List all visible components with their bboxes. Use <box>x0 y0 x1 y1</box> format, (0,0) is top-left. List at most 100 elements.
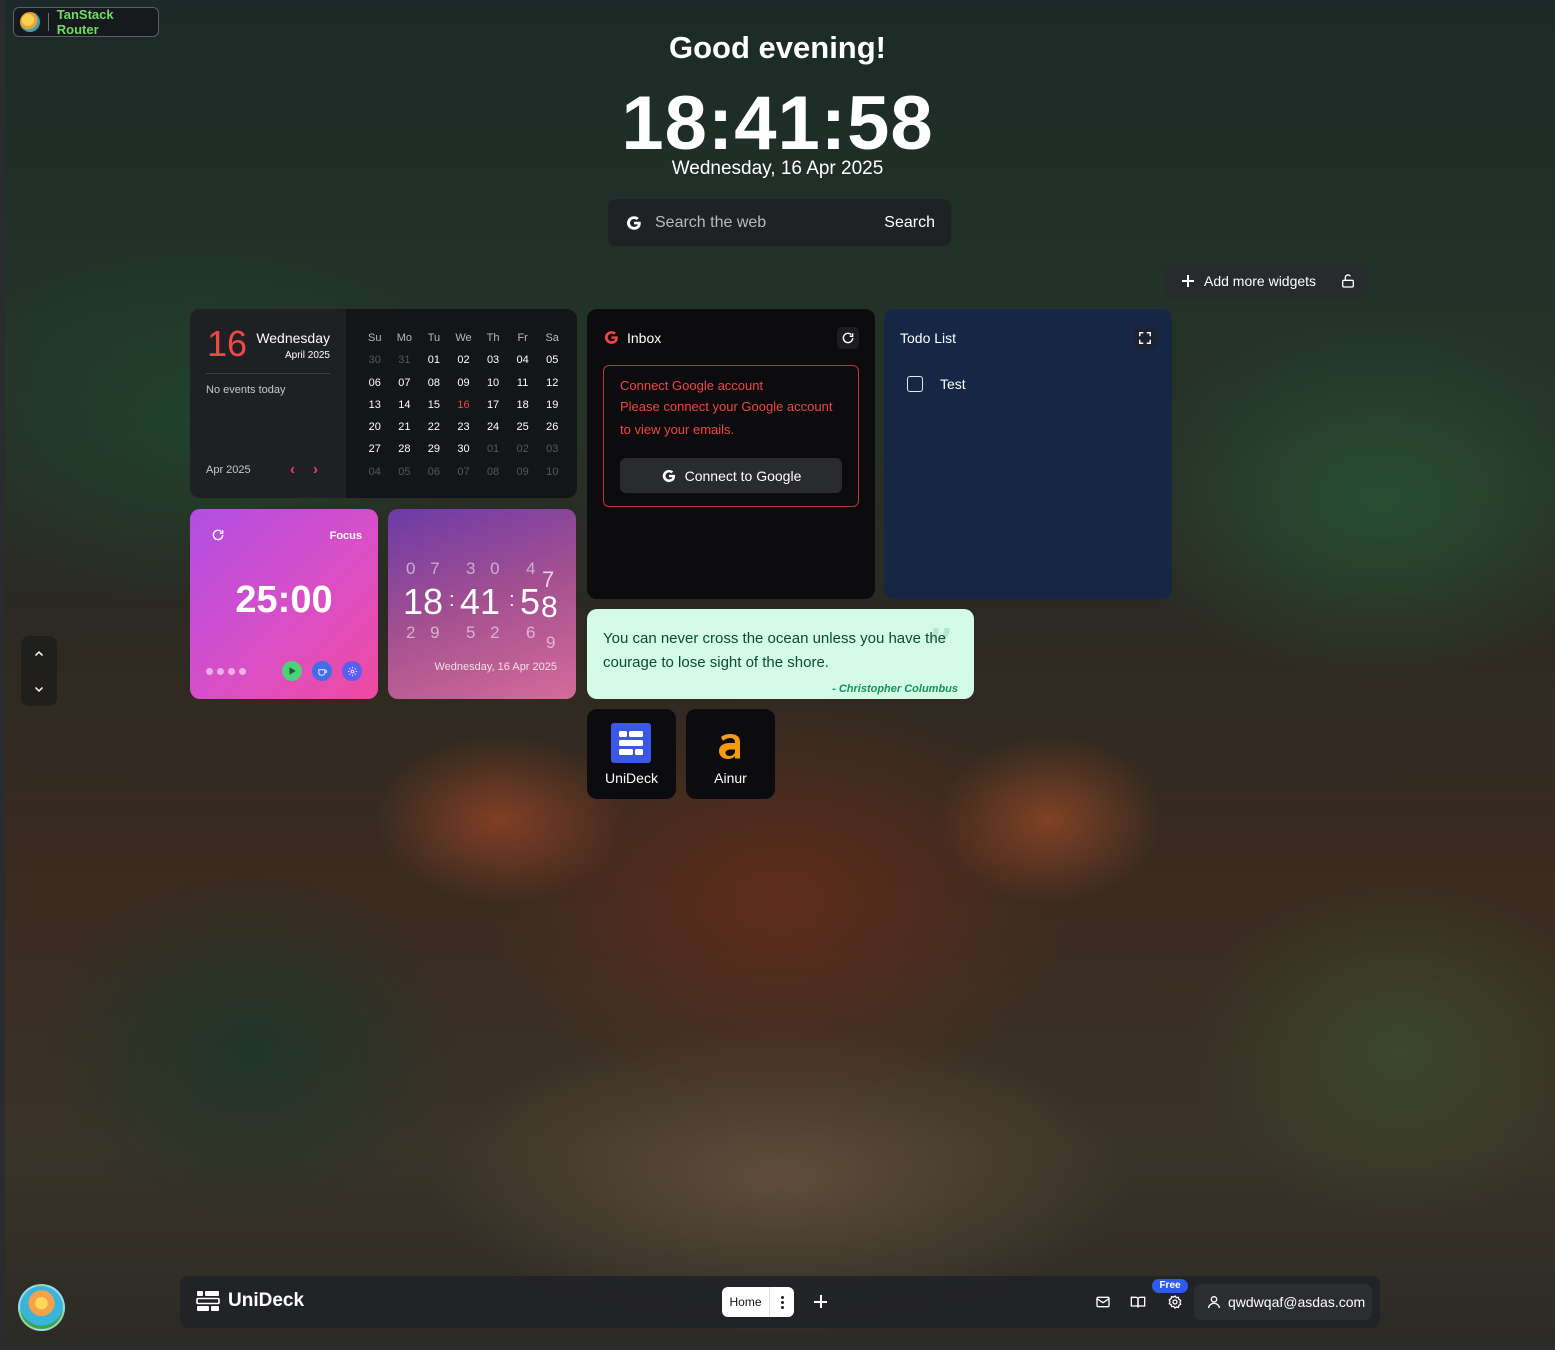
add-tab-button[interactable] <box>814 1295 827 1308</box>
calendar-weekday-header: Fr <box>517 332 528 344</box>
calendar-weekday: Wednesday <box>256 330 330 346</box>
shortcut-ainur[interactable]: Ainur <box>686 709 775 799</box>
calendar-day-cell[interactable]: 07 <box>390 372 420 394</box>
calendar-day-cell[interactable]: 03 <box>478 349 508 371</box>
calendar-day-cell[interactable]: 01 <box>419 349 449 371</box>
calendar-widget: 16 Wednesday April 2025 No events today … <box>190 309 577 498</box>
calendar-day-cell[interactable]: 19 <box>537 394 567 416</box>
calendar-month-grid: Su Mo Tu We Th Fr Sa 30 31 01 02 03 04 05 06 07 08 09 10 11… <box>346 309 577 498</box>
todo-checkbox[interactable] <box>907 376 923 392</box>
connect-google-button[interactable]: Connect to Google <box>620 458 842 493</box>
calendar-day-cell[interactable]: 04 <box>360 461 390 483</box>
calendar-day-cell[interactable]: 23 <box>449 416 479 438</box>
calendar-day-number: 16 <box>207 323 248 364</box>
tanstack-logo-icon <box>20 12 40 32</box>
settings-icon[interactable] <box>1167 1294 1183 1310</box>
todo-title: Todo List <box>900 330 957 346</box>
book-icon[interactable] <box>1130 1294 1146 1310</box>
flip-clock-date: Wednesday, 16 Apr 2025 <box>434 661 557 673</box>
todo-expand-button[interactable] <box>1134 327 1156 349</box>
coffee-icon <box>317 668 327 676</box>
clock-minute: 41 <box>460 581 501 622</box>
tab-menu-icon[interactable] <box>770 1287 794 1317</box>
calendar-day-cell[interactable]: 06 <box>419 461 449 483</box>
calendar-day-cell[interactable]: 08 <box>478 461 508 483</box>
calendar-day-cell[interactable]: 10 <box>478 372 508 394</box>
chevron-down-icon[interactable] <box>33 683 45 695</box>
calendar-day-cell[interactable]: 06 <box>360 372 390 394</box>
plan-badge: Free <box>1152 1279 1188 1293</box>
calendar-day-cell[interactable]: 26 <box>537 416 567 438</box>
calendar-day-cell[interactable]: 12 <box>537 372 567 394</box>
calendar-next-button[interactable]: › <box>313 461 318 478</box>
calendar-day-cell[interactable]: 01 <box>478 438 508 460</box>
quote-author: - Christopher Columbus <box>832 683 958 695</box>
shortcut-label: Ainur <box>714 770 747 786</box>
calendar-day-cell[interactable]: 08 <box>419 372 449 394</box>
calendar-day-cell[interactable]: 28 <box>390 438 420 460</box>
google-g-icon <box>662 469 675 482</box>
unideck-icon <box>611 723 651 763</box>
calendar-day-cell[interactable]: 15 <box>419 394 449 416</box>
calendar-day-cell[interactable]: 09 <box>449 372 479 394</box>
calendar-day-cell[interactable]: 03 <box>537 438 567 460</box>
calendar-day-cell[interactable]: 30 <box>360 349 390 371</box>
reset-icon[interactable] <box>211 528 225 542</box>
calendar-weekday-header: Mo <box>396 332 412 344</box>
calendar-day-cell[interactable]: 02 <box>508 438 538 460</box>
calendar-day-cell[interactable]: 10 <box>537 461 567 483</box>
calendar-day-cell[interactable]: 29 <box>419 438 449 460</box>
add-widgets-button[interactable]: Add more widgets <box>1204 273 1316 289</box>
window-frame-left <box>0 0 5 1350</box>
calendar-day-cell[interactable]: 02 <box>449 349 479 371</box>
calendar-day-cell[interactable]: 07 <box>449 461 479 483</box>
play-icon <box>289 667 296 675</box>
shortcut-label: UniDeck <box>605 770 658 786</box>
shortcut-unideck[interactable]: UniDeck <box>587 709 676 799</box>
calendar-day-cell[interactable]: 13 <box>360 394 390 416</box>
calendar-day-cell[interactable]: 20 <box>360 416 390 438</box>
quote-widget: ” You can never cross the ocean unless y… <box>587 609 974 699</box>
inbox-header: Inbox <box>603 329 661 346</box>
calendar-day-cell[interactable]: 14 <box>390 394 420 416</box>
calendar-weekday-header: Su <box>368 332 382 344</box>
search-button[interactable]: Search <box>884 214 935 232</box>
calendar-day-cell[interactable]: 30 <box>449 438 479 460</box>
wallpaper-avatar[interactable] <box>18 1284 65 1331</box>
todo-widget: Todo List Test <box>884 309 1172 599</box>
calendar-day-cell[interactable]: 24 <box>478 416 508 438</box>
calendar-day-cell[interactable]: 05 <box>390 461 420 483</box>
calendar-day-cell[interactable]: 09 <box>508 461 538 483</box>
search-bar: Search <box>608 199 951 246</box>
calendar-weekday-header: Th <box>486 332 500 344</box>
chevron-up-icon[interactable] <box>33 648 45 660</box>
calendar-day-cell[interactable]: 27 <box>360 438 390 460</box>
todo-item: Test <box>907 376 966 392</box>
calendar-day-cell[interactable]: 31 <box>390 349 420 371</box>
user-account-button[interactable]: qwdwqaf@asdas.com <box>1194 1284 1372 1320</box>
calendar-day-cell[interactable]: 25 <box>508 416 538 438</box>
calendar-grid: Su Mo Tu We Th Fr Sa 30 31 01 02 03 04 05 06 07 08 09 10 11… <box>360 327 567 483</box>
clock-hour: 18 <box>403 581 444 622</box>
tab-home[interactable]: Home <box>722 1287 794 1317</box>
calendar-day-cell[interactable]: 17 <box>478 394 508 416</box>
focus-play-button[interactable] <box>282 661 302 681</box>
calendar-prev-button[interactable]: ‹ <box>290 461 295 478</box>
focus-break-button[interactable] <box>312 661 332 681</box>
greeting: Good evening! <box>669 30 886 65</box>
session-dots <box>206 668 246 675</box>
mail-icon[interactable] <box>1095 1294 1111 1310</box>
calendar-day-cell[interactable]: 04 <box>508 349 538 371</box>
focus-settings-button[interactable] <box>342 661 362 681</box>
session-dot <box>217 668 224 675</box>
unlock-icon[interactable] <box>1340 273 1356 289</box>
calendar-day-cell[interactable]: 16 <box>449 394 479 416</box>
calendar-day-cell[interactable]: 21 <box>390 416 420 438</box>
search-input[interactable] <box>655 213 885 232</box>
inbox-refresh-button[interactable] <box>837 327 859 349</box>
calendar-day-cell[interactable]: 05 <box>537 349 567 371</box>
calendar-day-cell[interactable]: 11 <box>508 372 538 394</box>
calendar-day-cell[interactable]: 18 <box>508 394 538 416</box>
clock-ghost-digit: 0 7 <box>406 559 445 578</box>
calendar-day-cell[interactable]: 22 <box>419 416 449 438</box>
